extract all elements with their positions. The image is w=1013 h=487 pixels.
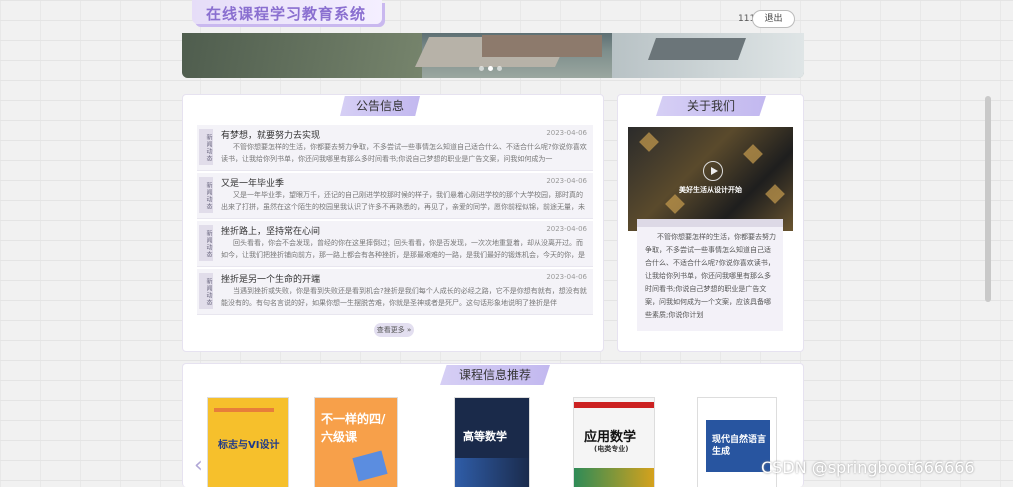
news-date: 2023-04-06 bbox=[546, 177, 587, 185]
course-card[interactable]: 高等数学 bbox=[454, 397, 530, 487]
news-tag: 新闻动态 bbox=[199, 177, 213, 213]
banner-image-part bbox=[482, 35, 602, 57]
book-title: 应用数学 bbox=[584, 430, 637, 445]
book-title: 不一样的四/六级课 bbox=[321, 412, 386, 444]
news-date: 2023-04-06 bbox=[546, 273, 587, 281]
course-panel: 课程信息推荐 标志与VI设计 不一样的四/六级课 高等数学 应用数学 (电类专业… bbox=[182, 363, 804, 487]
carousel-dot[interactable] bbox=[479, 66, 484, 71]
view-more-label: 查看更多 bbox=[376, 326, 405, 334]
book-title: 标志与VI设计 bbox=[218, 440, 280, 451]
news-excerpt: 又是一年毕业季，望眼万千，还记的自己刚进学校那时候的样子，我们悬着心刚进学校的那… bbox=[221, 191, 585, 211]
about-text-header-bar bbox=[637, 219, 783, 227]
carousel-dots bbox=[479, 66, 502, 71]
course-card[interactable]: 标志与VI设计 bbox=[207, 397, 289, 487]
image-decor bbox=[665, 194, 685, 214]
logout-button[interactable]: 退出 bbox=[752, 10, 795, 28]
image-decor bbox=[639, 132, 659, 152]
course-title: 课程信息推荐 bbox=[440, 365, 550, 385]
course-carousel: 标志与VI设计 不一样的四/六级课 高等数学 应用数学 (电类专业) 现代自然语… bbox=[207, 397, 787, 487]
news-tag: 新闻动态 bbox=[199, 273, 213, 309]
notice-panel: 公告信息 新闻动态 有梦想，就要努力去实现 2023-04-06 不管你想要怎样… bbox=[182, 94, 604, 352]
course-card[interactable]: 应用数学 (电类专业) bbox=[573, 397, 655, 487]
image-decor bbox=[743, 144, 763, 164]
about-image-caption: 美好生活从设计开始 bbox=[679, 186, 742, 194]
about-text: 不管你想要怎样的生活，你都要去努力争取，不多尝试一些事情怎么知道自己适合什么、不… bbox=[637, 219, 783, 331]
news-title[interactable]: 有梦想，就要努力去实现 bbox=[221, 128, 320, 141]
cover-decor bbox=[352, 450, 388, 482]
news-tag: 新闻动态 bbox=[199, 129, 213, 165]
news-date: 2023-04-06 bbox=[546, 129, 587, 137]
news-date: 2023-04-06 bbox=[546, 225, 587, 233]
news-item[interactable]: 新闻动态 有梦想，就要努力去实现 2023-04-06 不管你想要怎样的生活，你… bbox=[197, 125, 593, 171]
notice-title: 公告信息 bbox=[340, 96, 420, 116]
news-tag: 新闻动态 bbox=[199, 225, 213, 261]
notice-list: 新闻动态 有梦想，就要努力去实现 2023-04-06 不管你想要怎样的生活，你… bbox=[197, 125, 593, 317]
news-excerpt: 回头看看，你会不会发现，曾经的你在这里摔倒过；回头看看，你是否发现，一次次地重复… bbox=[221, 239, 585, 259]
news-excerpt: 当遇到挫折或失败，你是看到失败还是看到机会?挫折是我们每个人成长的必经之路，它不… bbox=[221, 287, 587, 307]
play-icon[interactable] bbox=[703, 161, 723, 181]
banner-carousel[interactable] bbox=[182, 33, 804, 78]
cover-decor bbox=[214, 408, 274, 412]
carousel-dot[interactable] bbox=[497, 66, 502, 71]
cover-decor bbox=[574, 402, 654, 408]
page-scrollbar[interactable] bbox=[985, 96, 991, 302]
course-card[interactable]: 不一样的四/六级课 bbox=[314, 397, 398, 487]
cover-decor bbox=[574, 468, 654, 487]
carousel-prev-arrow[interactable]: ‹ bbox=[194, 453, 203, 478]
banner-image-part bbox=[182, 33, 422, 78]
site-title: 在线课程学习教育系统 bbox=[192, 0, 382, 24]
news-title[interactable]: 挫折是另一个生命的开端 bbox=[221, 272, 320, 285]
news-title[interactable]: 挫折路上，坚持常在心间 bbox=[221, 224, 320, 237]
book-title: 高等数学 bbox=[463, 430, 507, 443]
view-more-button[interactable]: 查看更多 » bbox=[374, 323, 414, 337]
news-item[interactable]: 新闻动态 又是一年毕业季 2023-04-06 又是一年毕业季，望眼万千，还记的… bbox=[197, 173, 593, 219]
cover-decor bbox=[455, 458, 529, 487]
carousel-dot-active[interactable] bbox=[488, 66, 493, 71]
book-title: 现代自然语言生成 bbox=[712, 435, 767, 457]
watermark: CSDN @springboot666666 bbox=[761, 458, 975, 477]
news-title[interactable]: 又是一年毕业季 bbox=[221, 176, 284, 189]
news-excerpt: 不管你想要怎样的生活，你都要去努力争取，不多尝试一些事情怎么知道自己适合什么、不… bbox=[221, 143, 587, 163]
about-panel: 关于我们 美好生活从设计开始 不管你想要怎样的生活，你都要去努力争取，不多尝试一… bbox=[617, 94, 804, 352]
about-image[interactable]: 美好生活从设计开始 bbox=[628, 127, 793, 231]
news-item[interactable]: 新闻动态 挫折路上，坚持常在心间 2023-04-06 回头看看，你会不会发现，… bbox=[197, 221, 593, 267]
banner-image-part bbox=[647, 38, 747, 60]
about-title: 关于我们 bbox=[656, 96, 766, 116]
book-subtitle: (电类专业) bbox=[594, 445, 629, 453]
news-item[interactable]: 新闻动态 挫折是另一个生命的开端 2023-04-06 当遇到挫折或失败，你是看… bbox=[197, 269, 593, 315]
